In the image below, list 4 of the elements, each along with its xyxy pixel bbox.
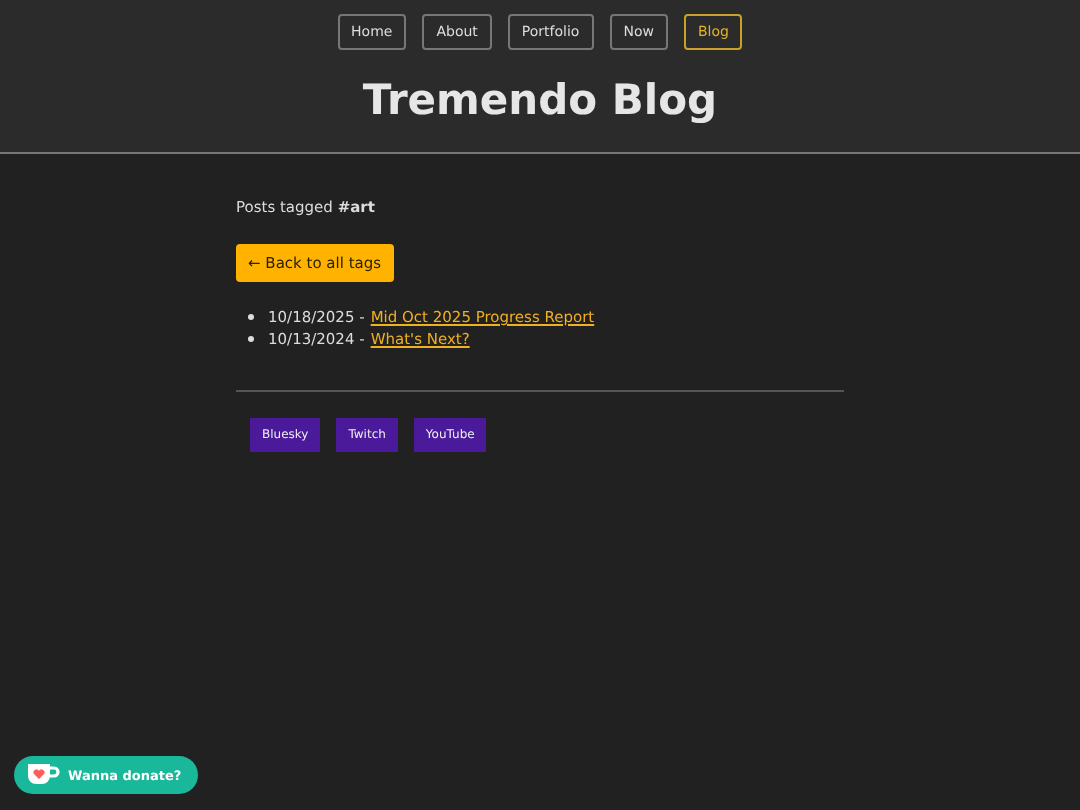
bullet-icon (248, 336, 254, 342)
site-title: Tremendo Blog (360, 76, 720, 124)
bullet-icon (248, 314, 254, 320)
cup-icon (24, 762, 60, 788)
